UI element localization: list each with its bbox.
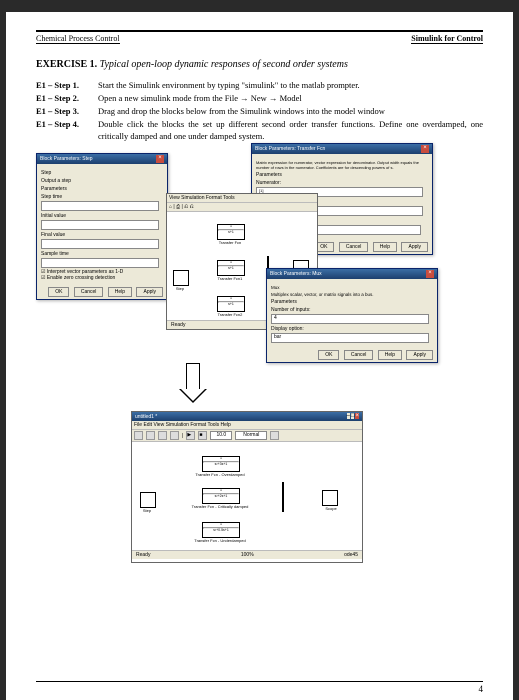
ok-button[interactable]: OK (318, 350, 339, 360)
mux-block[interactable] (282, 482, 284, 512)
header-right: Simulink for Control (411, 34, 483, 44)
cancel-button[interactable]: Cancel (339, 242, 369, 252)
dialog-mux: Block Parameters: Mux× Mux Multiplex sca… (266, 268, 438, 363)
close-icon[interactable]: × (426, 270, 434, 278)
open-icon[interactable] (146, 431, 155, 440)
gear-icon[interactable] (270, 431, 279, 440)
print-icon[interactable] (170, 431, 179, 440)
help-button[interactable]: Help (108, 287, 132, 297)
step-block[interactable] (173, 270, 189, 286)
exercise-title: EXERCISE 1. Typical open-loop dynamic re… (36, 59, 483, 70)
steps-list: E1 – Step 1.Start the Simulink environme… (36, 80, 483, 142)
minimize-icon[interactable]: – (347, 413, 350, 419)
apply-button[interactable]: Apply (401, 242, 428, 252)
close-icon[interactable]: × (156, 155, 164, 163)
stop-icon[interactable]: ■ (198, 431, 207, 440)
sim-mode-select[interactable]: Normal (235, 431, 267, 440)
final-value-input[interactable] (41, 239, 159, 249)
scope-block[interactable] (322, 490, 338, 506)
close-icon[interactable]: × (421, 145, 429, 153)
play-icon[interactable]: ▶ (186, 431, 195, 440)
page-number: 4 (479, 684, 484, 694)
sim-time-input[interactable]: 10.0 (210, 431, 232, 440)
close-icon[interactable]: × (355, 413, 359, 419)
save-icon[interactable] (158, 431, 167, 440)
arrow-down-icon (176, 363, 206, 403)
maximize-icon[interactable]: □ (351, 413, 355, 419)
tf-underdamped-block[interactable]: 1s²+0.5s+1 (202, 522, 240, 538)
display-option-input[interactable]: bar (271, 333, 429, 343)
simulink-window-2: untitled1 * –□× File Edit View Simulatio… (131, 411, 363, 563)
sample-time-input[interactable] (41, 258, 159, 268)
num-inputs-input[interactable]: 4 (271, 314, 429, 324)
tf-overdamped-block[interactable]: 1s²+3s+1 (202, 456, 240, 472)
header-left: Chemical Process Control (36, 34, 120, 44)
apply-button[interactable]: Apply (406, 350, 433, 360)
tf1-block[interactable]: 1s+1 (217, 260, 245, 276)
cancel-button[interactable]: Cancel (74, 287, 104, 297)
tf-critical-block[interactable]: 1s²+2s+1 (202, 488, 240, 504)
ok-button[interactable]: OK (48, 287, 69, 297)
new-icon[interactable] (134, 431, 143, 440)
step-time-input[interactable] (41, 201, 159, 211)
help-button[interactable]: Help (378, 350, 402, 360)
help-button[interactable]: Help (373, 242, 397, 252)
initial-value-input[interactable] (41, 220, 159, 230)
tf-block[interactable]: 1s+1 (217, 224, 245, 240)
step-block[interactable] (140, 492, 156, 508)
dialog-step-params: Block Parameters: Step× Step Output a st… (36, 153, 168, 300)
cancel-button[interactable]: Cancel (344, 350, 374, 360)
tf2-block[interactable]: 1s+1 (217, 296, 245, 312)
